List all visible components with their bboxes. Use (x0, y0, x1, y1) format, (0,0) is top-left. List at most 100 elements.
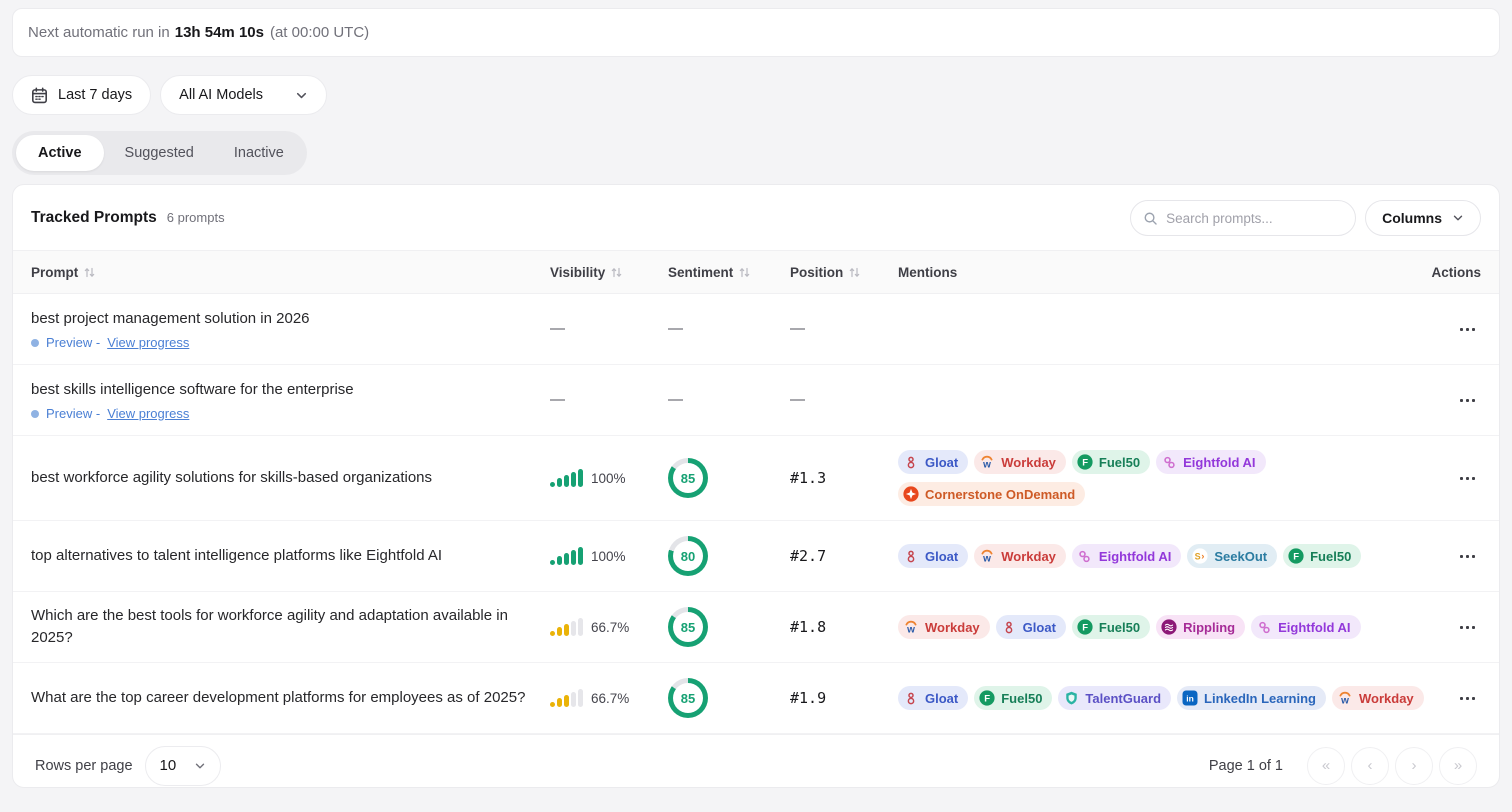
first-page-button[interactable]: « (1307, 747, 1345, 785)
row-actions-button[interactable] (1453, 386, 1481, 414)
countdown-time: 13h 54m 10s (175, 24, 264, 41)
column-header-label: Sentiment (668, 265, 733, 280)
column-header-prompt[interactable]: Prompt (31, 265, 538, 280)
position-cell: #1.9 (778, 689, 886, 708)
preview-status: Preview - View progress (31, 406, 538, 421)
visibility-percent: 100% (591, 549, 626, 564)
mention-badge-eightfold: Eightfold AI (1072, 544, 1181, 568)
mention-badge-fuel50: FFuel50 (1283, 544, 1361, 568)
column-header-sentiment[interactable]: Sentiment (656, 265, 778, 280)
row-actions-button[interactable] (1453, 315, 1481, 343)
rippling-icon (1161, 619, 1177, 635)
column-header-position[interactable]: Position (778, 265, 886, 280)
visibility-percent: 66.7% (591, 620, 629, 635)
prompt-cell: What are the top career development plat… (31, 687, 538, 709)
preview-dot-icon (31, 410, 39, 418)
sentiment-cell: — (656, 391, 778, 409)
actions-cell (1433, 464, 1481, 492)
mention-label: Gloat (925, 455, 958, 470)
sort-icon (610, 267, 623, 278)
mention-label: Fuel50 (1001, 691, 1042, 706)
empty-value: — (668, 320, 683, 337)
preview-status: Preview - View progress (31, 335, 538, 350)
chevron-down-icon (194, 760, 206, 772)
visibility-cell: — (538, 391, 656, 409)
talentguard-icon (1063, 690, 1079, 706)
row-actions-button[interactable] (1453, 684, 1481, 712)
row-actions-button[interactable] (1453, 542, 1481, 570)
mention-badge-eightfold: Eightfold AI (1156, 450, 1265, 474)
eightfold-icon (1077, 548, 1093, 564)
column-header-visibility[interactable]: Visibility (538, 265, 656, 280)
prompt-cell: top alternatives to talent intelligence … (31, 545, 538, 567)
gloat-icon (903, 548, 919, 564)
table-row: best project management solution in 2026… (13, 294, 1499, 365)
visibility-cell: 100% (538, 547, 656, 565)
ai-model-select[interactable]: All AI Models (160, 75, 327, 115)
column-header-label: Actions (1431, 265, 1481, 280)
position-cell: #2.7 (778, 547, 886, 566)
page-title: Tracked Prompts (31, 209, 157, 227)
search-box[interactable] (1130, 200, 1356, 236)
search-input[interactable] (1166, 211, 1343, 226)
actions-cell (1433, 315, 1481, 343)
tab-suggested[interactable]: Suggested (106, 135, 213, 171)
sentiment-score: 85 (673, 463, 703, 493)
actions-cell (1433, 542, 1481, 570)
linkedin-icon: in (1182, 690, 1198, 706)
actions-cell (1433, 613, 1481, 641)
column-header-label: Mentions (898, 265, 957, 280)
sentiment-cell: — (656, 320, 778, 338)
date-range-button[interactable]: Last 7 days (12, 75, 151, 115)
mention-badge-workday: wWorkday (974, 544, 1066, 568)
empty-value: — (790, 391, 805, 408)
fuel50-icon: F (1077, 619, 1093, 635)
table-row: best workforce agility solutions for ski… (13, 436, 1499, 521)
table-footer: Rows per page 10 Page 1 of 1 «‹›» (13, 734, 1499, 788)
svg-text:›: › (1202, 551, 1205, 562)
row-actions-button[interactable] (1453, 613, 1481, 641)
svg-text:w: w (906, 625, 915, 635)
preview-dot-icon (31, 339, 39, 347)
next-page-button[interactable]: › (1395, 747, 1433, 785)
columns-button[interactable]: Columns (1365, 200, 1481, 236)
svg-text:F: F (1082, 623, 1088, 634)
visibility-percent: 100% (591, 471, 626, 486)
prompt-text: best project management solution in 2026 (31, 308, 538, 330)
tab-active[interactable]: Active (16, 135, 104, 171)
view-progress-link[interactable]: View progress (107, 406, 189, 421)
sentiment-cell: 85 (656, 678, 778, 718)
mention-label: Eightfold AI (1183, 455, 1255, 470)
visibility-bars-icon (550, 469, 583, 487)
row-actions-button[interactable] (1453, 464, 1481, 492)
sort-icon (738, 267, 751, 278)
eightfold-icon (1161, 454, 1177, 470)
rows-per-page-label: Rows per page (35, 758, 133, 774)
filter-row: Last 7 days All AI Models (12, 75, 327, 115)
tabs: ActiveSuggestedInactive (12, 131, 307, 175)
visibility-bars-icon (550, 547, 583, 565)
view-progress-link[interactable]: View progress (107, 335, 189, 350)
tab-inactive[interactable]: Inactive (215, 135, 303, 171)
position-value: #1.8 (790, 618, 826, 636)
ai-model-label: All AI Models (179, 87, 263, 103)
mentions-cell: wWorkdayGloatFFuel50RipplingEightfold AI (886, 613, 1433, 641)
mention-label: Eightfold AI (1099, 549, 1171, 564)
sentiment-cell: 85 (656, 458, 778, 498)
mention-label: LinkedIn Learning (1204, 691, 1316, 706)
table-row: top alternatives to talent intelligence … (13, 521, 1499, 592)
rows-per-page-select[interactable]: 10 (145, 746, 221, 786)
mention-badge-workday: wWorkday (1332, 686, 1424, 710)
pagination-buttons: «‹›» (1307, 747, 1477, 785)
mention-badge-gloat: Gloat (898, 686, 968, 710)
fuel50-icon: F (1288, 548, 1304, 564)
last-page-button[interactable]: » (1439, 747, 1477, 785)
fuel50-icon: F (1077, 454, 1093, 470)
svg-text:in: in (1186, 694, 1194, 704)
mentions-cell: GloatwWorkdayFFuel50Eightfold AICornerst… (886, 448, 1433, 508)
workday-icon: w (903, 619, 919, 635)
table-row: Which are the best tools for workforce a… (13, 592, 1499, 663)
prev-page-button[interactable]: ‹ (1351, 747, 1389, 785)
sort-icon (83, 267, 96, 278)
mention-label: Gloat (925, 691, 958, 706)
